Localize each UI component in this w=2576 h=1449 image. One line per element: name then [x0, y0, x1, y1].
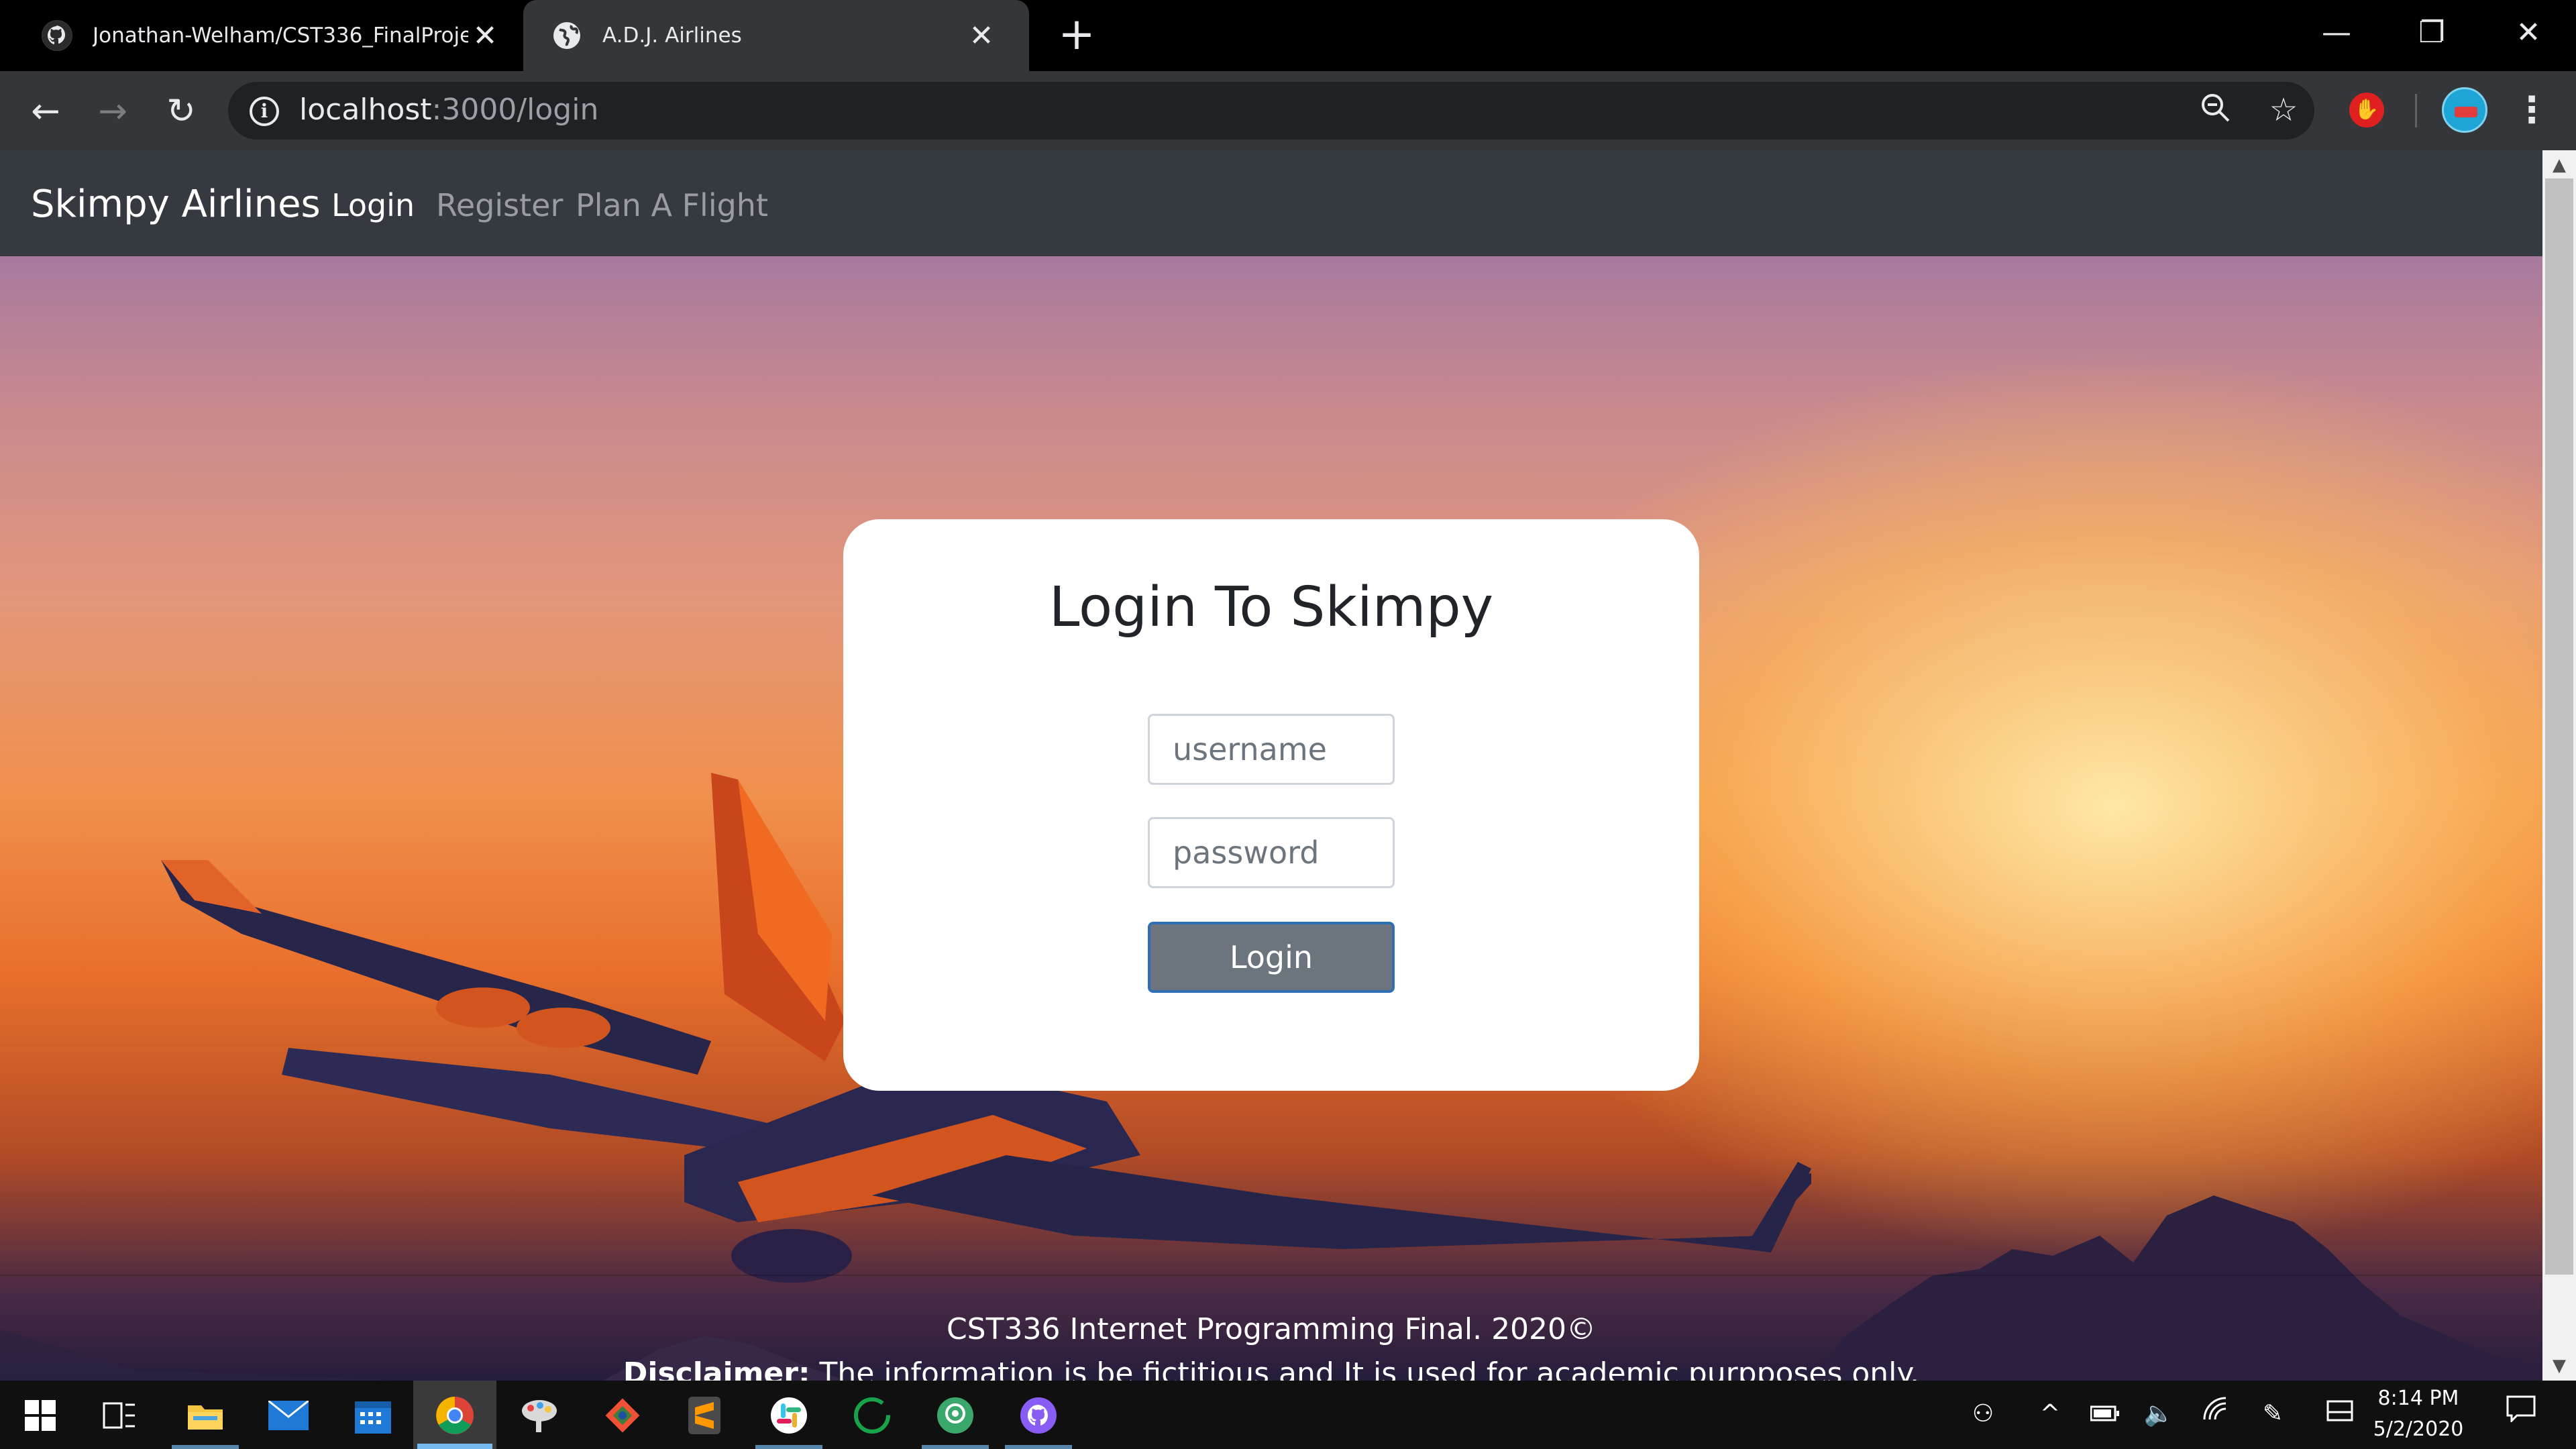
chrome-icon[interactable]: [428, 1389, 482, 1442]
tab-adj-airlines[interactable]: A.D.J. Airlines ✕: [523, 0, 1029, 71]
running-indicator: [755, 1445, 822, 1449]
zoom-icon[interactable]: [2196, 91, 2234, 129]
footer-credit: CST336 Internet Programming Final. 2020©: [946, 1312, 1597, 1346]
keyboard-icon[interactable]: [2321, 1395, 2359, 1433]
footer-divider: [0, 1275, 2542, 1276]
scrollbar-thumb[interactable]: [2545, 178, 2573, 1275]
notifications-icon[interactable]: [2502, 1395, 2540, 1433]
git-icon[interactable]: [596, 1389, 649, 1442]
pen-icon[interactable]: ✎: [2254, 1395, 2292, 1433]
tab-title: Jonathan-Welham/CST336_FinalProject: [93, 23, 468, 48]
wifi-icon[interactable]: [2196, 1395, 2234, 1433]
battery-icon[interactable]: [2086, 1395, 2124, 1433]
mail-icon[interactable]: [262, 1389, 315, 1442]
login-title: Login To Skimpy: [1049, 576, 1494, 639]
page-viewport: Skimpy Airlines Login Register Plan A Fl…: [0, 150, 2542, 1381]
forward-icon[interactable]: →: [87, 86, 138, 137]
reload-icon[interactable]: ↻: [156, 86, 207, 137]
start-icon[interactable]: [13, 1389, 67, 1442]
app-loop-icon[interactable]: [845, 1389, 899, 1442]
people-icon[interactable]: ⚇: [1964, 1395, 2002, 1433]
disclaimer-label: Disclaimer:: [623, 1356, 810, 1381]
clock-time: 8:14 PM: [2377, 1387, 2459, 1410]
volume-icon[interactable]: 🔈: [2140, 1395, 2178, 1433]
login-card: Login To Skimpy Login: [843, 519, 1699, 1091]
profile-avatar[interactable]: [2442, 87, 2487, 133]
scroll-down-icon[interactable]: ▼: [2542, 1352, 2576, 1379]
more-menu-icon[interactable]: ⋮: [2512, 87, 2552, 133]
slack-icon[interactable]: [762, 1389, 816, 1442]
minimize-icon[interactable]: —: [2300, 9, 2373, 56]
star-icon[interactable]: ☆: [2265, 91, 2302, 129]
new-tab-icon[interactable]: +: [1053, 12, 1100, 59]
close-icon[interactable]: ✕: [965, 19, 998, 53]
active-app-indicator: [417, 1444, 492, 1449]
info-icon[interactable]: i: [250, 97, 279, 126]
login-button[interactable]: Login: [1148, 922, 1395, 993]
tab-github[interactable]: Jonathan-Welham/CST336_FinalProject ✕: [0, 0, 523, 71]
nav-link-plan-a-flight[interactable]: Plan A Flight: [576, 185, 768, 225]
calendar-icon[interactable]: [346, 1389, 400, 1442]
password-input[interactable]: [1148, 817, 1395, 888]
username-input[interactable]: [1148, 714, 1395, 785]
site-navbar: Skimpy Airlines Login Register Plan A Fl…: [0, 150, 2542, 256]
scroll-up-icon[interactable]: ▲: [2542, 152, 2576, 178]
toolbar-divider: [2415, 94, 2417, 127]
disclaimer-text: The information is be fictitious and It …: [810, 1356, 1920, 1381]
running-indicator: [1005, 1445, 1072, 1449]
system-clock[interactable]: 8:14 PM 5/2/2020: [2368, 1383, 2469, 1445]
paint-icon[interactable]: [513, 1389, 566, 1442]
file-explorer-icon[interactable]: [178, 1389, 232, 1442]
close-window-icon[interactable]: ✕: [2491, 9, 2565, 56]
adblock-extension-icon[interactable]: ✋: [2349, 93, 2384, 127]
nav-link-login[interactable]: Login: [331, 185, 415, 225]
footer-disclaimer: Disclaimer: The information is be fictit…: [0, 1355, 2542, 1381]
sourcetree-icon[interactable]: [928, 1389, 982, 1442]
site-brand[interactable]: Skimpy Airlines: [31, 181, 321, 228]
restore-icon[interactable]: ❐: [2395, 9, 2469, 56]
running-indicator: [922, 1445, 989, 1449]
avatar-graphic: [2455, 107, 2477, 117]
globe-icon: [551, 20, 582, 51]
url-text[interactable]: localhost:3000/login: [299, 91, 598, 129]
back-icon[interactable]: ←: [20, 86, 71, 137]
github-desktop-icon[interactable]: [1012, 1389, 1065, 1442]
tab-title: A.D.J. Airlines: [602, 23, 742, 48]
clock-date: 5/2/2020: [2373, 1417, 2464, 1441]
task-view-icon[interactable]: [93, 1389, 146, 1442]
close-icon[interactable]: ✕: [468, 19, 502, 53]
chevron-up-icon[interactable]: ^: [2031, 1395, 2069, 1433]
github-icon: [42, 20, 72, 51]
sublime-text-icon[interactable]: [678, 1389, 731, 1442]
running-indicator: [172, 1445, 239, 1449]
nav-link-register[interactable]: Register: [436, 185, 563, 225]
